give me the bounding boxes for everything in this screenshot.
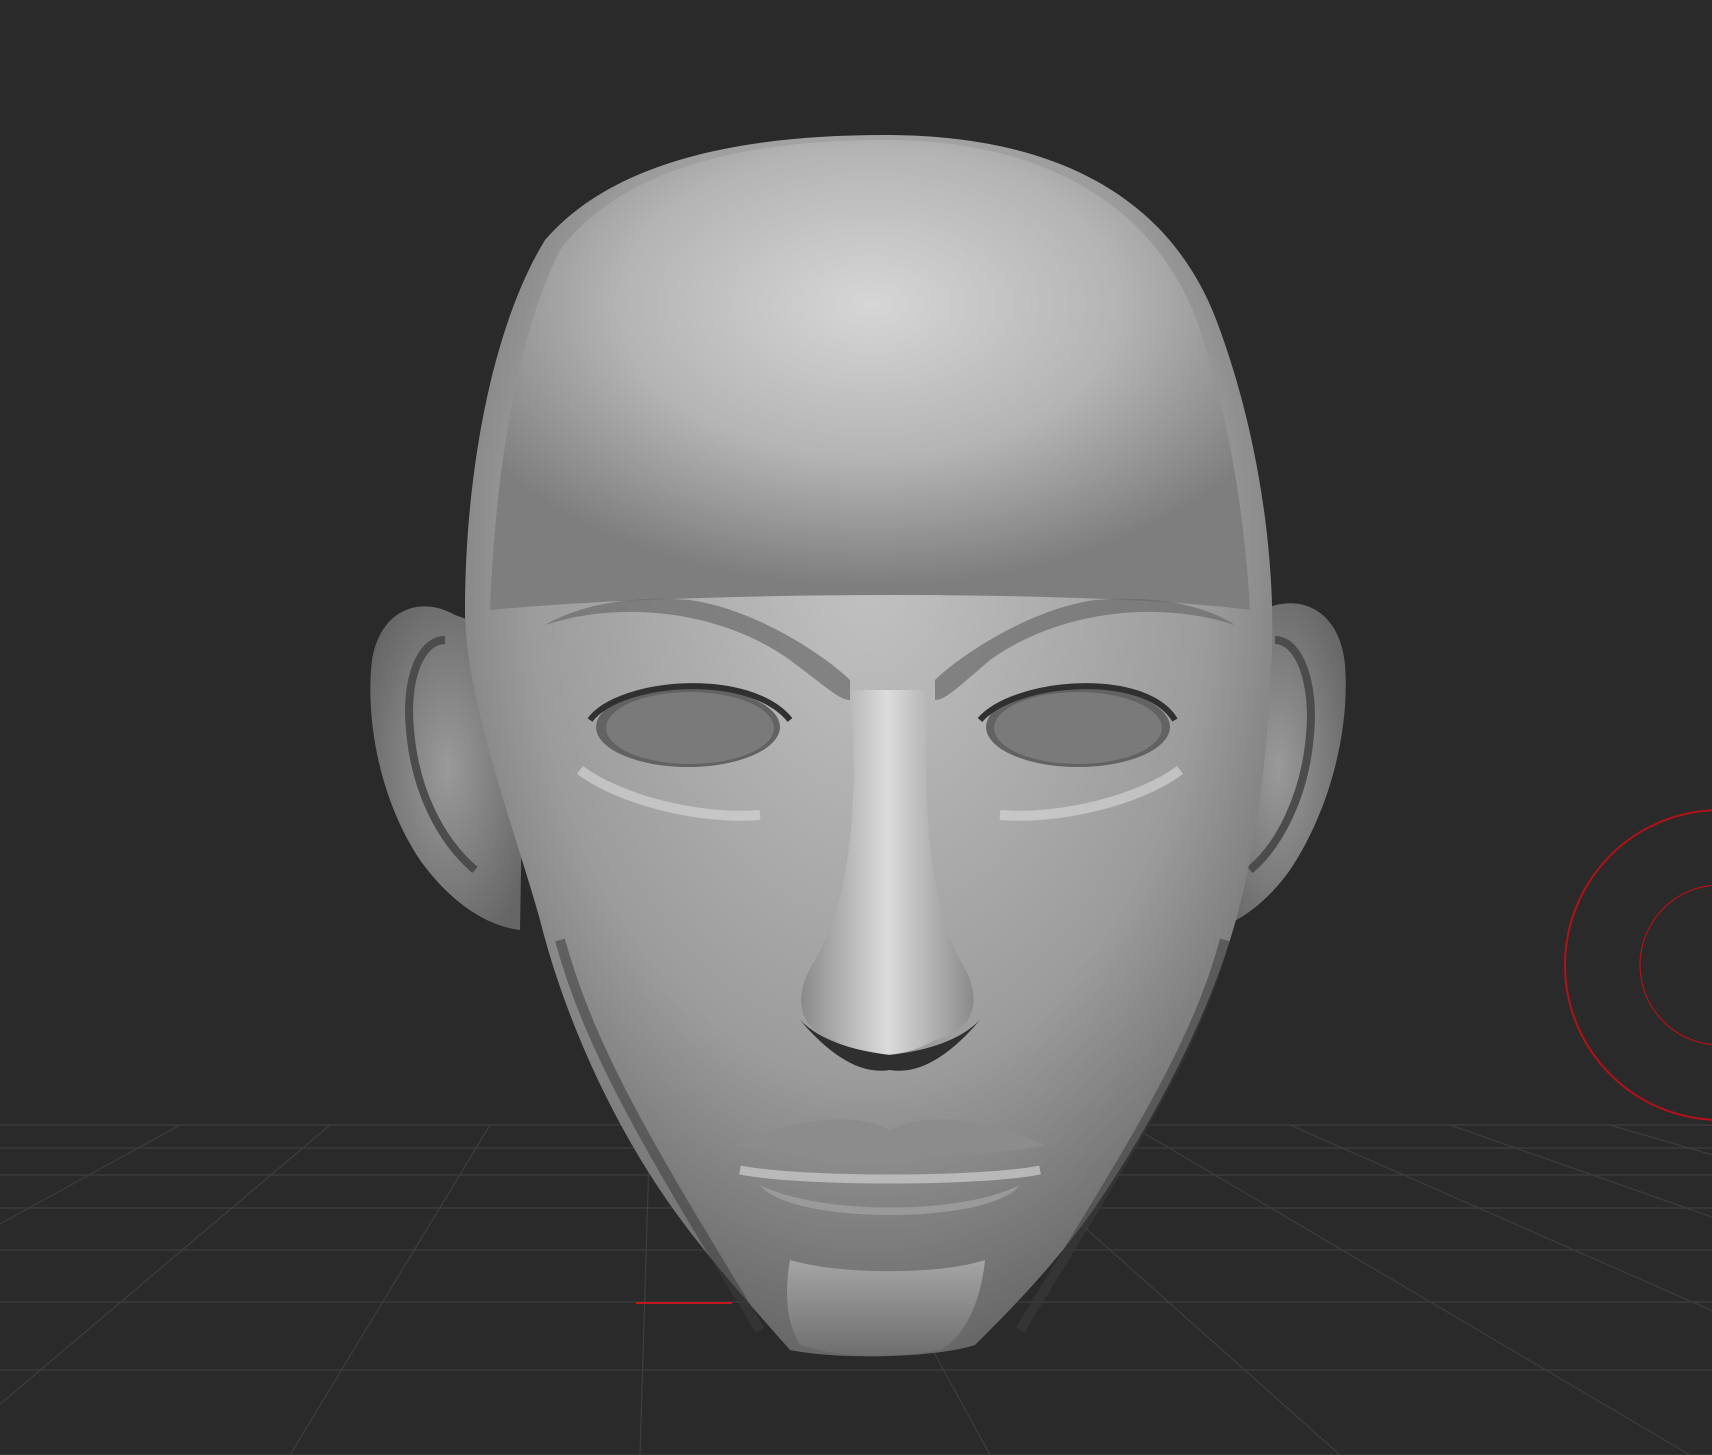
left-eye: [606, 692, 774, 764]
right-eye: [994, 692, 1162, 764]
brush-outer-ring: [1564, 809, 1712, 1121]
sculpt-viewport[interactable]: [0, 0, 1712, 1455]
brush-inner-ring: [1639, 884, 1712, 1046]
brush-cursor[interactable]: [1564, 809, 1712, 1121]
head-model[interactable]: [370, 135, 1346, 1357]
viewport-canvas[interactable]: [0, 0, 1712, 1455]
